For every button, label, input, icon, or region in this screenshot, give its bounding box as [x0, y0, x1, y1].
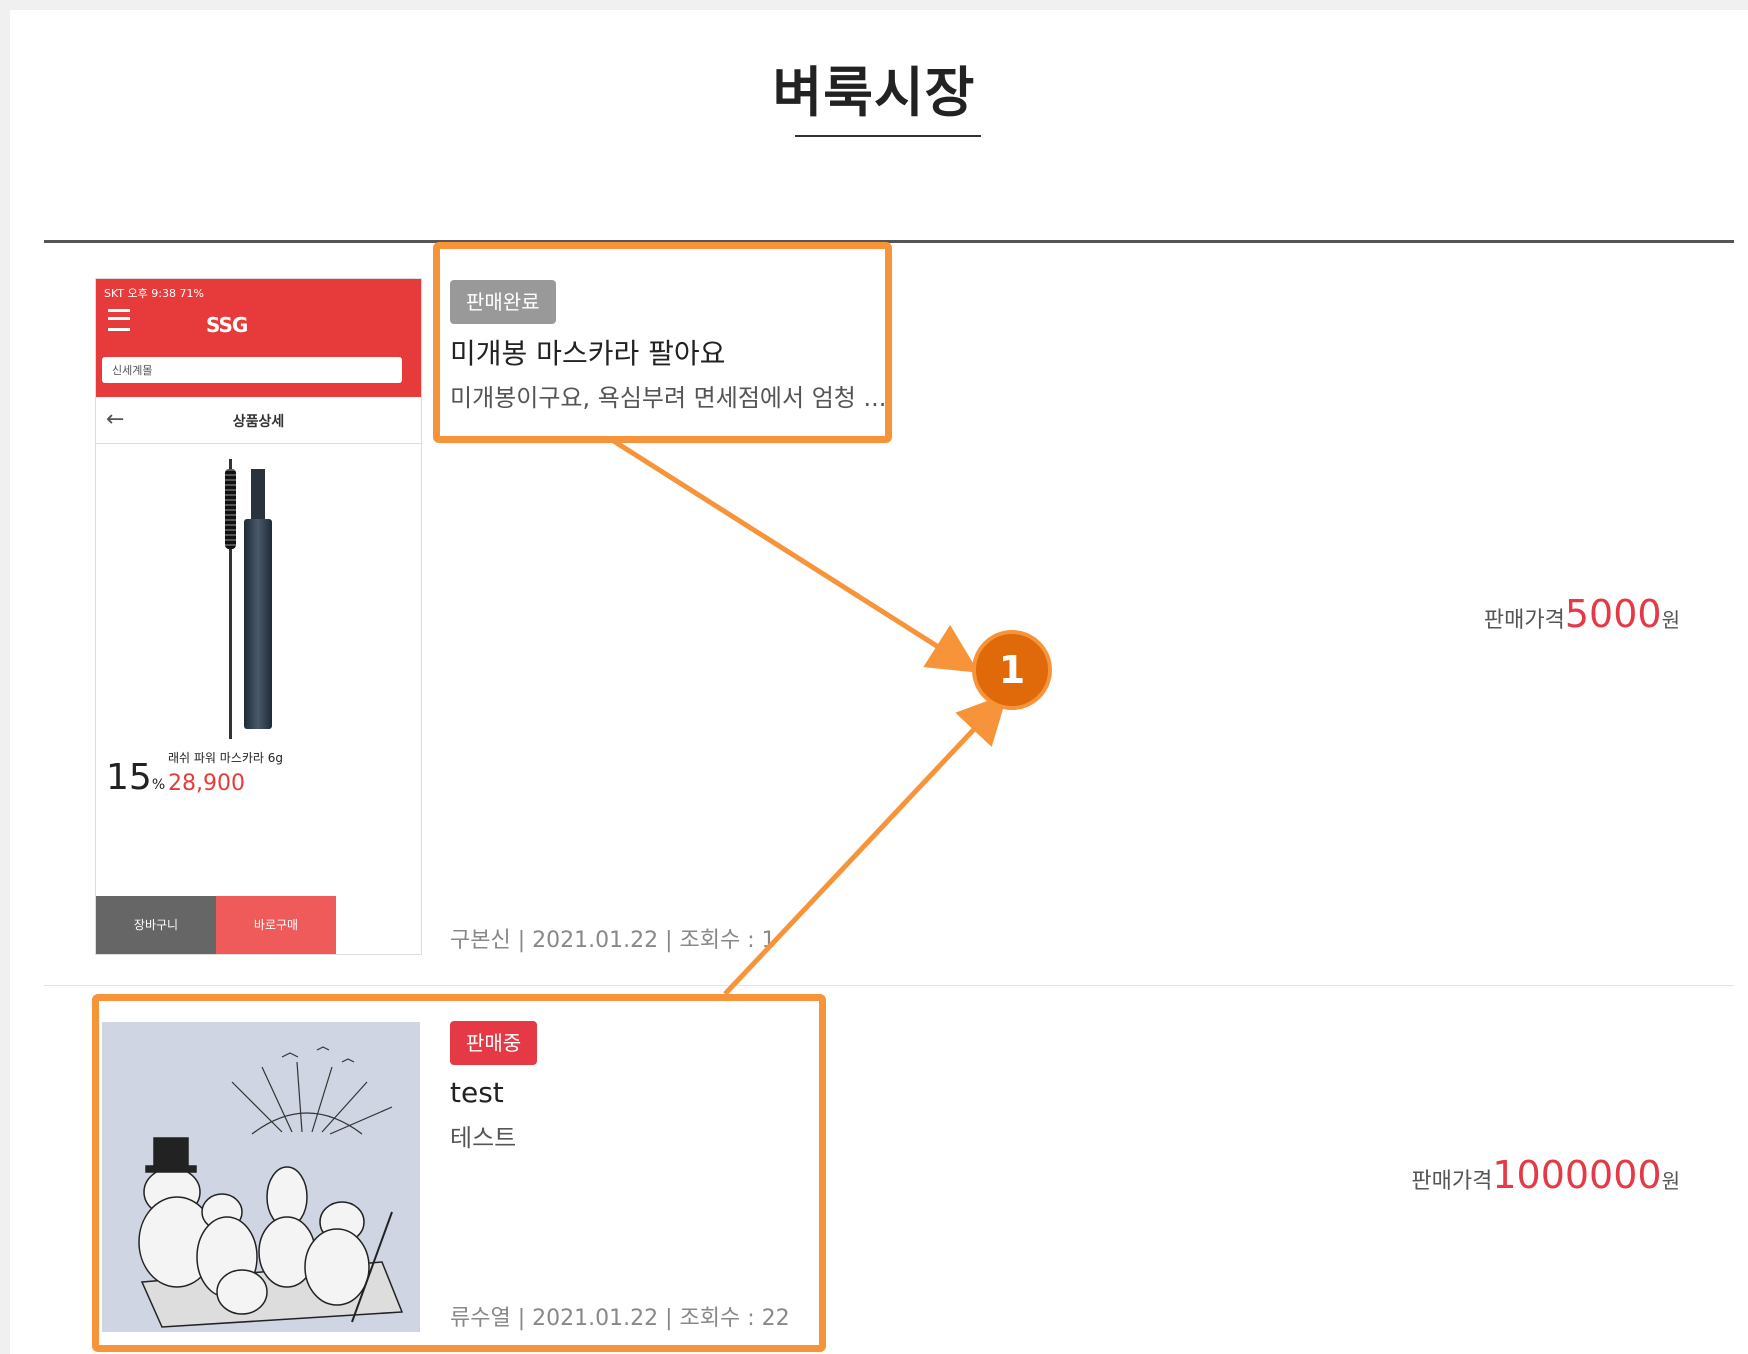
- annotation-arrows: [610, 437, 1008, 996]
- annotation-marker: 1: [972, 630, 1052, 710]
